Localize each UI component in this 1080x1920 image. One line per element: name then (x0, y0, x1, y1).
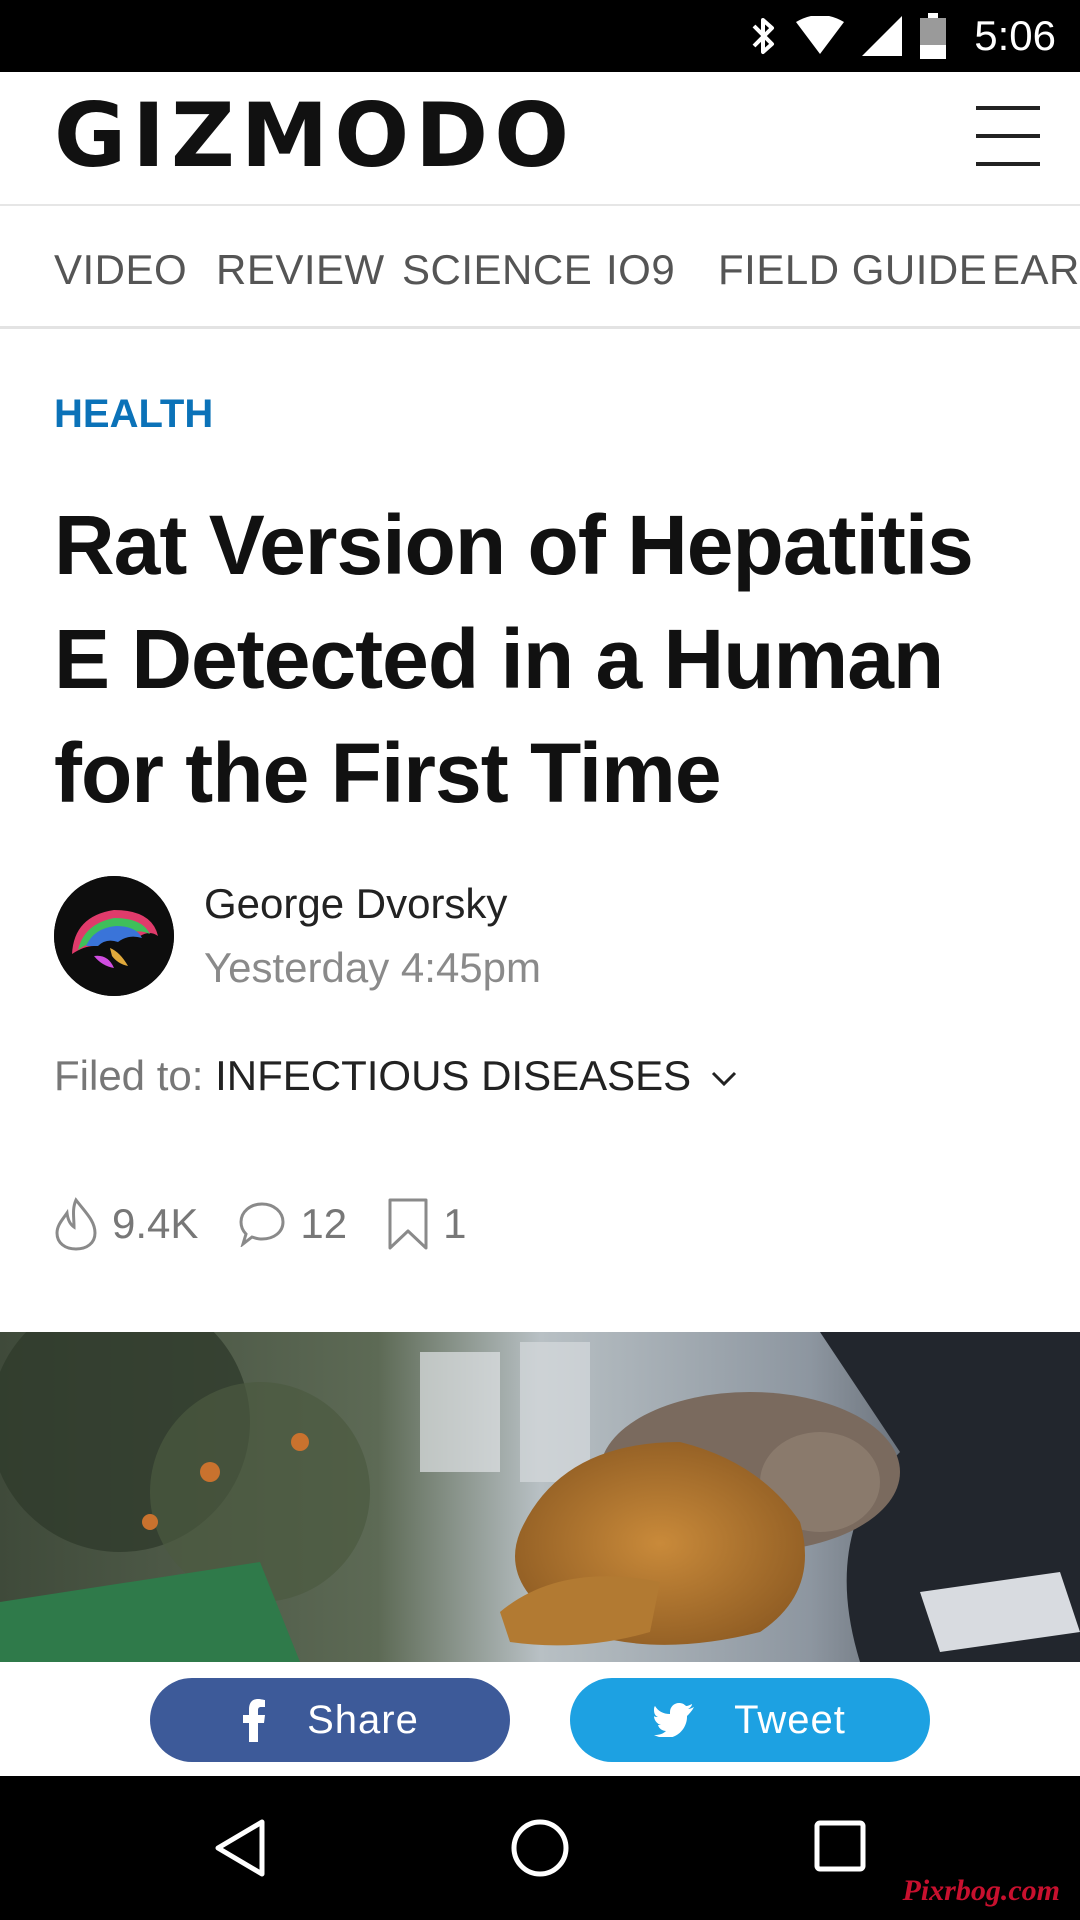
filed-to: Filed to: INFECTIOUS DISEASES (54, 1052, 737, 1100)
filed-label: Filed to: (54, 1052, 204, 1099)
facebook-share-label: Share (307, 1697, 419, 1742)
avatar-image (54, 876, 174, 996)
site-logo[interactable]: GIZMODO (54, 92, 575, 180)
twitter-bird-icon (654, 1703, 695, 1737)
comment-bubble-icon (239, 1202, 285, 1247)
article-headline: Rat Version of Hepatitis E Detected in a… (54, 498, 974, 820)
nav-item-review[interactable]: REVIEW (216, 246, 385, 294)
twitter-tweet-button[interactable]: Tweet (570, 1678, 930, 1762)
facebook-icon (243, 1699, 266, 1742)
signal-icon (862, 16, 903, 56)
rat-photo (0, 1332, 1080, 1662)
nav-item-video[interactable]: VIDEO (54, 246, 187, 294)
nav-item-field-guide[interactable]: FIELD GUIDE (718, 246, 987, 294)
article-category[interactable]: HEALTH (54, 392, 213, 437)
recents-icon[interactable] (814, 1820, 866, 1872)
status-time: 5:06 (974, 12, 1056, 59)
bookmarks-stat[interactable]: 1 (387, 1197, 466, 1251)
filed-tag[interactable]: INFECTIOUS DISEASES (215, 1052, 691, 1099)
menu-line (976, 106, 1040, 110)
bookmarks-count: 1 (443, 1200, 467, 1247)
watermark: Pixrbog.com (902, 1874, 1061, 1907)
site-header: GIZMODO (0, 72, 1080, 206)
twitter-tweet-label: Tweet (734, 1697, 846, 1742)
author-name[interactable]: George Dvorsky (204, 880, 507, 928)
flame-icon (55, 1197, 97, 1251)
menu-line (976, 162, 1040, 166)
nav-item-earth[interactable]: EART (992, 246, 1080, 294)
hero-image[interactable] (0, 1332, 1080, 1662)
bookmark-icon (388, 1198, 428, 1250)
chevron-down-icon[interactable] (711, 1071, 737, 1087)
android-nav-bar: Pixrbog.com (0, 1776, 1080, 1920)
share-bar: Share Tweet (0, 1662, 1080, 1776)
comments-stat[interactable]: 12 (238, 1200, 347, 1248)
wifi-icon (796, 16, 845, 54)
facebook-share-button[interactable]: Share (150, 1678, 510, 1762)
publish-date: Yesterday 4:45pm (204, 944, 542, 991)
status-bar: 5:06 (0, 0, 1080, 72)
author-avatar[interactable] (54, 876, 174, 996)
views-stat: 9.4K (54, 1197, 198, 1251)
menu-line (976, 134, 1040, 138)
home-icon[interactable] (510, 1818, 570, 1878)
hamburger-menu-icon[interactable] (976, 106, 1040, 166)
battery-icon (920, 13, 947, 59)
nav-item-science[interactable]: SCIENCE (402, 246, 592, 294)
article-stats: 9.4K 12 1 (54, 1194, 506, 1254)
status-icons: 5:06 (748, 0, 1056, 72)
bluetooth-icon (752, 18, 775, 54)
comments-count: 12 (300, 1200, 348, 1247)
back-icon[interactable] (212, 1818, 268, 1878)
section-nav: VIDEO REVIEW SCIENCE IO9 FIELD GUIDE EAR… (0, 206, 1080, 329)
nav-item-io9[interactable]: IO9 (606, 246, 675, 294)
views-count: 9.4K (112, 1200, 199, 1247)
